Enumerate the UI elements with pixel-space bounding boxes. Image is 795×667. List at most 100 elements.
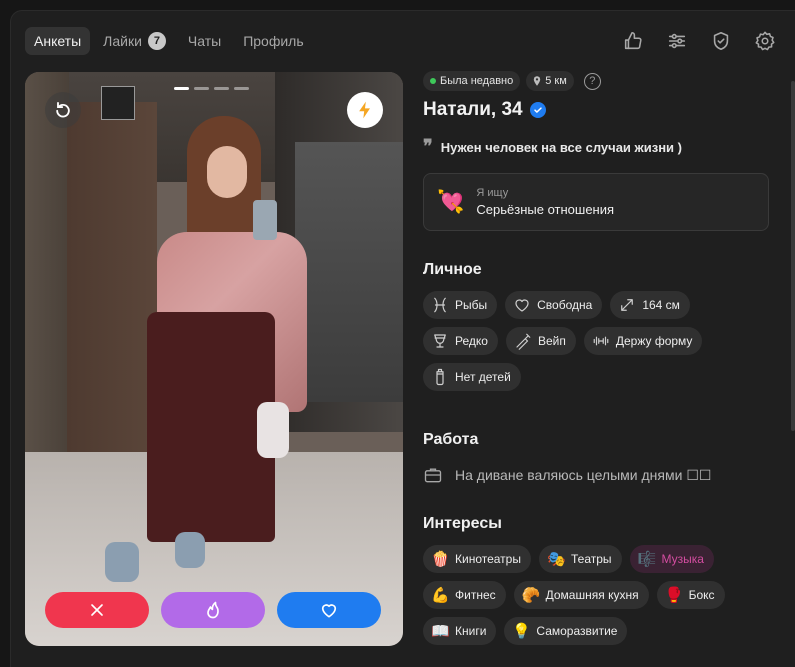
interest-emoji-icon: 📖	[431, 623, 450, 640]
photo-page-dot[interactable]	[234, 87, 249, 90]
chip-label: Фитнес	[455, 588, 496, 602]
interest-chip: 💪 Фитнес	[423, 581, 506, 609]
interest-emoji-icon: 🥊	[664, 587, 684, 604]
chip-smoking: Вейп	[505, 327, 576, 355]
baby-bottle-icon	[436, 368, 444, 386]
photo-scene	[101, 86, 135, 120]
pisces-icon	[434, 297, 446, 313]
thumbs-up-icon[interactable]	[621, 29, 645, 53]
photo-scene	[295, 142, 403, 402]
chip-label: Вейп	[537, 334, 566, 348]
tab-profiles[interactable]: Анкеты	[25, 27, 91, 55]
interest-emoji-icon: 💪	[431, 587, 450, 604]
interest-chip: 📖 Книги	[423, 617, 497, 645]
work-section-title: Работа	[423, 431, 479, 448]
status-row: Была недавно 5 км ?	[423, 71, 769, 91]
photo-page-dot[interactable]	[174, 87, 189, 90]
scrollbar[interactable]	[791, 81, 795, 431]
shield-icon[interactable]	[709, 29, 733, 53]
quote-icon: ❞	[423, 136, 433, 157]
chip-alcohol: Редко	[423, 327, 498, 355]
interest-emoji-icon: 🎭	[546, 551, 566, 568]
chip-label: Театры	[570, 552, 612, 566]
expand-arrows-icon	[621, 299, 634, 311]
status-text: Была недавно	[440, 75, 514, 87]
online-status-badge: Была недавно	[423, 71, 521, 91]
app-window: Анкеты Лайки 7 Чаты Профиль Была недавно…	[10, 10, 795, 667]
chip-label: Нет детей	[455, 370, 511, 384]
profile-photo-card[interactable]	[25, 72, 403, 646]
personal-section-title: Личное	[423, 261, 482, 278]
personal-chips: Рыбы Свободна 164 см Редко Вейп Держу фо…	[423, 291, 769, 391]
profile-name: Натали, 34	[423, 99, 523, 120]
photo-person	[105, 542, 139, 582]
chip-sport: Держу форму	[583, 327, 703, 355]
help-icon[interactable]: ?	[583, 72, 601, 90]
cupid-heart-icon: 💘	[437, 189, 465, 214]
photo-person	[207, 146, 247, 198]
online-dot-icon	[430, 78, 436, 84]
boost-button[interactable]	[347, 92, 383, 128]
photo-page-dot[interactable]	[214, 87, 229, 90]
location-pin-icon	[534, 76, 541, 86]
work-text: На диване валяюсь целыми днями ☐☐	[455, 466, 712, 483]
undo-button[interactable]	[45, 92, 81, 128]
chip-zodiac: Рыбы	[423, 291, 498, 319]
sliders-icon[interactable]	[665, 29, 689, 53]
chip-label: Свободна	[537, 298, 593, 312]
chip-label: Редко	[455, 334, 488, 348]
profile-info: Была недавно 5 км ? Натали, 34 ❞ Нужен ч…	[423, 71, 769, 645]
looking-for-label: Я ищу	[476, 187, 509, 199]
likes-count-badge: 7	[147, 32, 166, 50]
interest-chip: 🎭 Театры	[538, 545, 622, 573]
chip-children: Нет детей	[423, 363, 521, 391]
tab-label: Анкеты	[34, 33, 82, 49]
interest-chip: 💡 Саморазвитие	[504, 617, 628, 645]
tab-likes[interactable]: Лайки 7	[94, 27, 175, 55]
gear-icon[interactable]	[753, 29, 777, 53]
close-icon	[91, 604, 103, 616]
chip-label: Бокс	[688, 588, 715, 602]
nav-actions	[621, 29, 777, 53]
chip-label: 164 см	[642, 298, 680, 312]
photo-pagination	[174, 87, 249, 90]
name-row: Натали, 34	[423, 99, 769, 121]
verified-icon	[529, 102, 546, 118]
interest-emoji-icon: 🍿	[431, 551, 450, 568]
work-row: На диване валяюсь целыми днями ☐☐	[423, 465, 769, 485]
photo-person	[175, 532, 205, 568]
dumbbell-icon	[593, 336, 609, 346]
distance-badge: 5 км	[526, 71, 574, 91]
interest-chip: 🥐 Домашняя кухня	[513, 581, 649, 609]
looking-for-card: 💘 Я ищу Серьёзные отношения	[423, 173, 769, 231]
photo-page-dot[interactable]	[194, 87, 209, 90]
top-nav: Анкеты Лайки 7 Чаты Профиль	[25, 27, 313, 55]
tab-chats[interactable]: Чаты	[179, 27, 230, 55]
photo-person	[253, 200, 277, 240]
tab-label: Профиль	[243, 33, 304, 49]
bio-quote: ❞ Нужен человек на все случаи жизни )	[423, 138, 769, 156]
dislike-button[interactable]	[45, 592, 149, 628]
chip-label: Домашняя кухня	[545, 588, 639, 602]
lightning-icon	[359, 101, 370, 119]
interest-chip: 🥊 Бокс	[656, 581, 725, 609]
chip-height: 164 см	[610, 291, 690, 319]
chip-relationship: Свободна	[505, 291, 603, 319]
superlike-button[interactable]	[161, 592, 265, 628]
looking-for-value: Серьёзные отношения	[476, 202, 615, 217]
tab-label: Лайки	[103, 33, 142, 49]
chip-label: Книги	[455, 624, 487, 638]
chip-label: Рыбы	[455, 298, 488, 312]
photo-person	[147, 312, 275, 542]
chip-label: Кинотеатры	[455, 552, 521, 566]
heart-icon	[321, 604, 337, 618]
chip-label: Саморазвитие	[536, 624, 618, 638]
interest-chip: 🎼 Музыка	[629, 545, 714, 573]
like-button[interactable]	[277, 592, 381, 628]
wine-glass-icon	[434, 334, 446, 348]
undo-icon	[56, 102, 70, 118]
bio-text: Нужен человек на все случаи жизни )	[440, 139, 682, 155]
heart-outline-icon	[515, 299, 529, 312]
tab-label: Чаты	[187, 33, 222, 49]
tab-profile[interactable]: Профиль	[234, 27, 312, 55]
